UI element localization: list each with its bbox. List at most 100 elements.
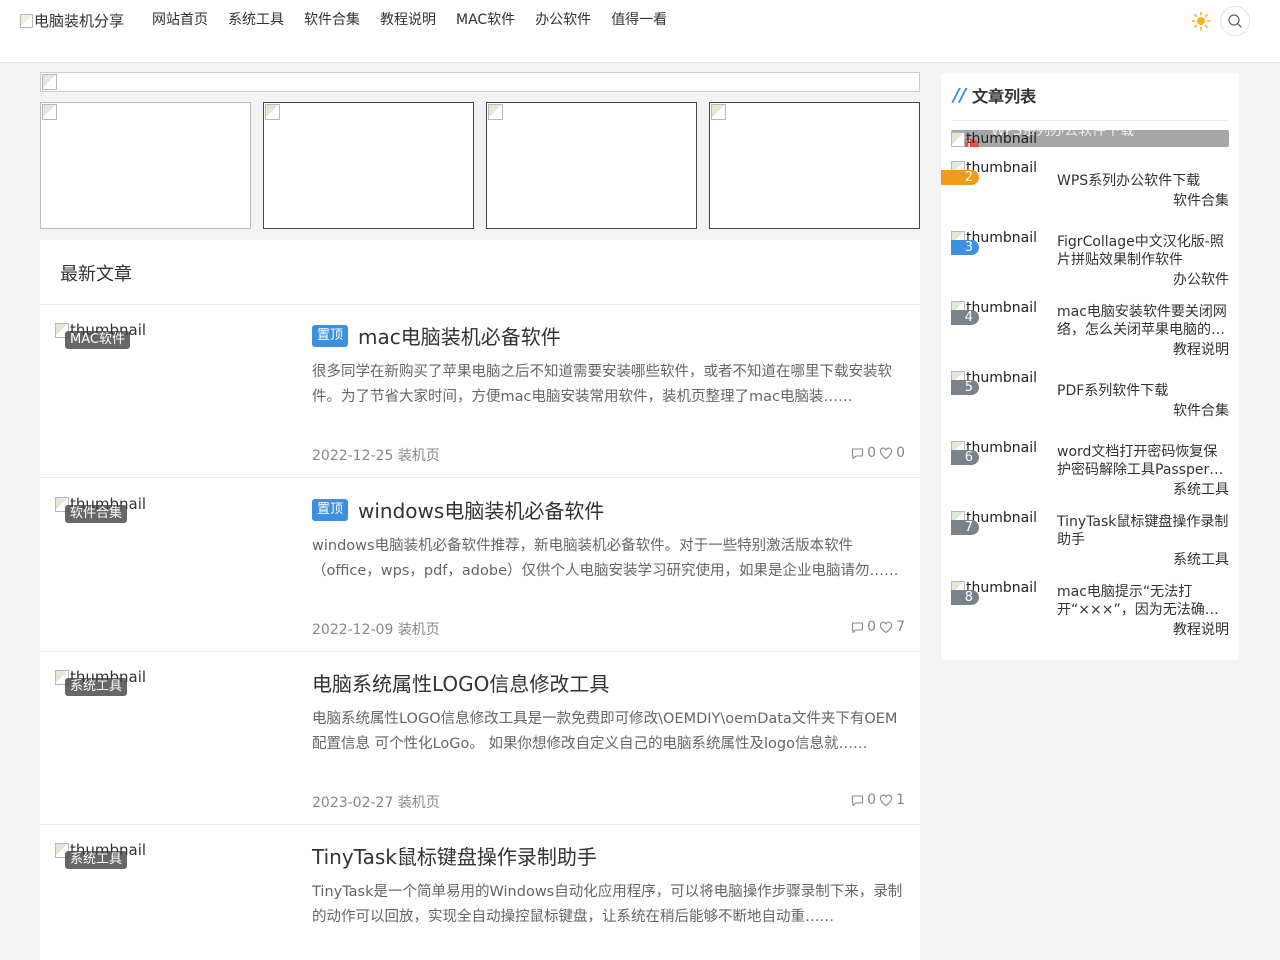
category-badge[interactable]: 系统工具 <box>65 851 128 869</box>
comment-icon <box>851 794 864 807</box>
sidebar-item-category[interactable]: 软件合集 <box>1173 190 1229 210</box>
post-stats: 0 7 <box>851 619 905 635</box>
sidebar-item-category[interactable]: 软件合集 <box>1173 400 1229 420</box>
sidebar-article-list: // 文章列表 WPS系列办公软件下载 1 thumbnail thumbnai… <box>941 73 1239 660</box>
category-badge[interactable]: 软件合集 <box>65 505 128 523</box>
sidebar-item-title[interactable]: mac电脑提示“无法打开“×××”，因为无法确认开发者… <box>1057 583 1229 619</box>
featured-tile[interactable] <box>40 102 251 229</box>
post-thumbnail[interactable]: thumbnail 系统工具 <box>55 668 295 808</box>
post-thumbnail[interactable]: thumbnail 系统工具 <box>55 841 295 960</box>
post-item: thumbnail 系统工具 电脑系统属性LOGO信息修改工具 电脑系统属性LO… <box>40 652 920 825</box>
sidebar-title: // 文章列表 <box>953 83 1036 107</box>
post-title[interactable]: TinyTask鼠标键盘操作录制助手 <box>312 841 597 870</box>
sidebar-item-category[interactable]: 教程说明 <box>1173 619 1229 639</box>
like-count: 7 <box>896 619 905 635</box>
sidebar-item[interactable]: thumbnail 7 TinyTask鼠标键盘操作录制助手 系统工具 <box>951 510 1229 576</box>
latest-posts-panel: 最新文章 thumbnail MAC软件 置顶 mac电脑装机必备软件 很多同学… <box>40 240 920 960</box>
post-meta: 2022-12-09 装机页 <box>312 622 440 638</box>
nav-item-tutorials[interactable]: 教程说明 <box>380 11 436 29</box>
heart-icon[interactable] <box>879 794 893 807</box>
nav-item-mac-software[interactable]: MAC软件 <box>456 11 515 29</box>
sidebar-item-title[interactable]: FigrCollage中文汉化版-照片拼贴效果制作软件 <box>1057 233 1229 269</box>
post-meta: 2023-02-27 装机页 <box>312 795 440 811</box>
post-excerpt: 很多同学在新购买了苹果电脑之后不知道需要安装哪些软件，或者不知道在哪里下载安装软… <box>312 364 892 405</box>
sidebar-item-category[interactable]: 系统工具 <box>1173 549 1229 569</box>
heart-icon[interactable] <box>879 447 893 460</box>
heart-icon[interactable] <box>879 621 893 634</box>
post-excerpt: TinyTask是一个简单易用的Windows自动化应用程序，可以将电脑操作步骤… <box>312 884 903 925</box>
featured-tile[interactable] <box>709 102 920 229</box>
comment-icon <box>851 447 864 460</box>
sidebar-item-title[interactable]: PDF系列软件下载 <box>1057 382 1229 400</box>
title-slash-icon: // <box>953 84 967 106</box>
search-icon <box>1228 14 1242 28</box>
sidebar-item[interactable]: thumbnail 5 PDF系列软件下载 软件合集 <box>951 370 1229 436</box>
category-badge[interactable]: MAC软件 <box>65 331 130 349</box>
rank-badge: 8 <box>951 590 979 605</box>
nav-item-home[interactable]: 网站首页 <box>152 11 208 29</box>
nav-item-office-software[interactable]: 办公软件 <box>535 11 591 29</box>
pinned-badge: 置顶 <box>312 324 349 347</box>
sidebar-item[interactable]: thumbnail 6 word文档打开密码恢复保护密码解除工具Passper … <box>951 440 1229 506</box>
sidebar-item-title[interactable]: WPS系列办公软件下载 <box>1057 172 1229 190</box>
featured-tile[interactable] <box>486 102 697 229</box>
rank-badge: 3 <box>951 240 979 255</box>
logo-alt-text: 电脑装机分享 <box>34 12 125 30</box>
nav-item-worth-seeing[interactable]: 值得一看 <box>611 11 667 29</box>
post-title[interactable]: mac电脑装机必备软件 <box>358 321 561 350</box>
post-item: thumbnail 系统工具 TinyTask鼠标键盘操作录制助手 TinyTa… <box>40 825 920 960</box>
divider <box>951 120 1229 121</box>
rank-badge: 2 <box>941 170 979 185</box>
comment-count: 0 <box>867 445 877 461</box>
site-logo[interactable]: 电脑装机分享 <box>20 10 124 31</box>
sidebar-title-text: 文章列表 <box>972 87 1037 106</box>
nav-item-software-collection[interactable]: 软件合集 <box>304 11 360 29</box>
sidebar-item[interactable]: thumbnail 4 mac电脑安装软件要关闭网络，怎么关闭苹果电脑的… 教程… <box>951 300 1229 366</box>
like-count: 1 <box>896 792 905 808</box>
comment-icon <box>851 621 864 634</box>
sidebar-top-item[interactable]: WPS系列办公软件下载 1 thumbnail <box>951 130 1229 147</box>
category-badge[interactable]: 系统工具 <box>65 678 128 696</box>
broken-image-icon <box>951 131 965 147</box>
post-title[interactable]: 电脑系统属性LOGO信息修改工具 <box>312 668 609 697</box>
post-meta: 2022-12-25 装机页 <box>312 448 440 464</box>
comment-count: 0 <box>867 619 877 635</box>
broken-image-icon <box>20 13 33 28</box>
sidebar-item-title[interactable]: word文档打开密码恢复保护密码解除工具Passper for… <box>1057 443 1229 479</box>
sidebar-item-category[interactable]: 办公软件 <box>1173 269 1229 289</box>
broken-image-icon <box>488 104 503 120</box>
slider-banner[interactable] <box>40 72 920 92</box>
sidebar-item[interactable]: thumbnail 8 mac电脑提示“无法打开“×××”，因为无法确认开发者…… <box>951 580 1229 646</box>
post-excerpt: 电脑系统属性LOGO信息修改工具是一款免费即可修改\OEMDIY\oemData… <box>312 711 898 752</box>
nav-item-system-tools[interactable]: 系统工具 <box>228 11 284 29</box>
featured-tiles <box>40 102 920 229</box>
broken-image-icon <box>265 104 280 120</box>
sidebar-item[interactable]: thumbnail 3 FigrCollage中文汉化版-照片拼贴效果制作软件 … <box>951 230 1229 296</box>
post-thumbnail[interactable]: thumbnail MAC软件 <box>55 321 295 461</box>
featured-tile[interactable] <box>263 102 474 229</box>
sidebar-item[interactable]: thumbnail 2 WPS系列办公软件下载 软件合集 <box>941 160 1229 226</box>
section-title: 最新文章 <box>60 264 132 285</box>
post-stats: 0 1 <box>851 792 905 808</box>
sidebar-item-title[interactable]: mac电脑安装软件要关闭网络，怎么关闭苹果电脑的… <box>1057 303 1229 339</box>
sidebar-item-category[interactable]: 教程说明 <box>1173 339 1229 359</box>
rank-badge: 5 <box>951 380 979 395</box>
post-title[interactable]: windows电脑装机必备软件 <box>358 495 604 524</box>
rank-badge: 6 <box>951 450 979 465</box>
broken-image-icon <box>711 104 726 120</box>
site-header: 电脑装机分享 网站首页 系统工具 软件合集 教程说明 MAC软件 办公软件 值得… <box>0 0 1280 63</box>
broken-image-icon <box>42 104 57 120</box>
pinned-badge: 置顶 <box>312 498 349 521</box>
theme-toggle-sun-icon[interactable] <box>1190 10 1212 32</box>
sidebar-item-category[interactable]: 系统工具 <box>1173 479 1229 499</box>
like-count: 0 <box>896 445 905 461</box>
sidebar-item-title[interactable]: TinyTask鼠标键盘操作录制助手 <box>1057 513 1229 549</box>
rank-badge: 4 <box>951 310 979 325</box>
post-item: thumbnail MAC软件 置顶 mac电脑装机必备软件 很多同学在新购买了… <box>40 305 920 478</box>
post-excerpt: windows电脑装机必备软件推荐，新电脑装机必备软件。对于一些特别激活版本软件… <box>312 538 899 579</box>
post-thumbnail[interactable]: thumbnail 软件合集 <box>55 495 295 635</box>
comment-count: 0 <box>867 792 877 808</box>
thumbnail-alt: thumbnail <box>966 131 1037 147</box>
search-button[interactable] <box>1220 6 1250 36</box>
rank-badge: 7 <box>951 520 979 535</box>
